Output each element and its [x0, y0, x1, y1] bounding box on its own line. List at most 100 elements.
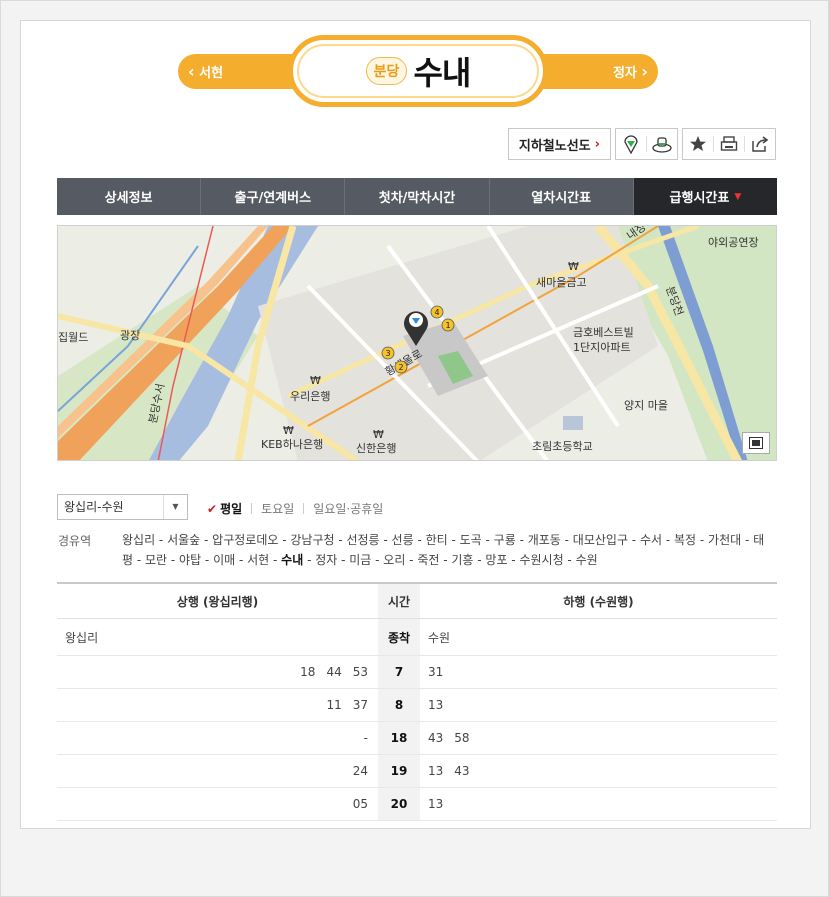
content-card: ‹ 서현 정자 › 분당 수내 지하철노선도 › 상세정보 출구/연계버스 첫차…: [20, 20, 811, 829]
hour-cell: 7: [378, 656, 420, 688]
day-saturday[interactable]: 토요일: [261, 500, 294, 517]
current-station: 수내: [281, 553, 304, 567]
line-map-label: 지하철노선도: [518, 138, 591, 154]
tab-detail[interactable]: 상세정보: [57, 178, 202, 215]
station-tabs: 상세정보 출구/연계버스 첫차/막차시간 열차시간표 급행시간표 ▼: [57, 178, 778, 215]
map-label-plaza: 광장: [120, 329, 140, 342]
exit-marker-4[interactable]: 4: [430, 305, 444, 319]
expand-map-icon: [749, 437, 763, 449]
map-label-yangji: 양지 마을: [624, 399, 668, 412]
table-row: -18 43 58: [57, 722, 777, 755]
exit-marker-1[interactable]: 1: [441, 318, 455, 332]
page-frame: ‹ 서현 정자 › 분당 수내 지하철노선도 › 상세정보 출구/연계버스 첫차…: [0, 0, 829, 897]
print-button[interactable]: [714, 129, 744, 159]
hour-cell: 8: [378, 689, 420, 721]
up-minutes: 18 44 53: [300, 665, 368, 679]
check-icon: ✔: [207, 501, 218, 516]
day-weekday[interactable]: 평일: [220, 500, 242, 517]
table-row: 05 20 13: [57, 788, 777, 821]
table-row: 24 19 13 43: [57, 755, 777, 788]
up-minutes: 24: [352, 764, 368, 778]
hour-cell: 18: [378, 722, 420, 754]
dest-up: 왕십리: [65, 630, 99, 645]
via-label: 경유역: [58, 534, 92, 548]
svg-text:₩: ₩: [568, 260, 579, 273]
day-sunday-holiday[interactable]: 일요일·공휴일: [313, 500, 383, 517]
destination-row: 왕십리 종착 수원: [57, 619, 777, 656]
print-icon: [720, 136, 738, 151]
exit-marker-3[interactable]: 3: [381, 346, 395, 360]
down-minutes: 13: [428, 698, 444, 712]
svg-text:1: 1: [445, 321, 450, 330]
svg-text:2: 2: [398, 363, 403, 372]
down-minutes: 13: [428, 797, 444, 811]
toolbar: 지하철노선도 ›: [507, 128, 776, 160]
chevron-right-icon: ›: [641, 62, 648, 81]
header-time: 시간: [378, 584, 420, 618]
share-icon: [752, 136, 769, 152]
map-label-saemaeul: 새마을금고: [536, 276, 587, 289]
day-filter: ✔ 평일 토요일 일요일·공휴일: [207, 500, 383, 517]
header-down: 하행 (수원행): [563, 594, 634, 609]
next-station-label: 정자: [612, 66, 637, 81]
prev-station-button[interactable]: ‹ 서현: [188, 54, 223, 89]
chevron-left-icon: ‹: [188, 62, 195, 81]
svg-text:4: 4: [434, 308, 439, 317]
map-canvas: 집월드 광장 새마을금고 우리은행 KEB하나은행 신한은행 금호베스트빌 1단…: [58, 226, 776, 460]
map-label-outdoor: 야외공연장: [708, 236, 759, 249]
station-nav: ‹ 서현 정자 › 분당 수내: [178, 35, 658, 107]
favorite-button[interactable]: [683, 129, 713, 159]
station-title-pill: 분당 수내: [288, 35, 548, 107]
svg-text:3: 3: [385, 349, 390, 358]
prev-station-label: 서현: [199, 66, 224, 81]
tab-exit-bus[interactable]: 출구/연계버스: [201, 178, 346, 215]
express-timetable: 상행 (왕십리행) 시간 하행 (수원행) 왕십리 종착 수원 18 44 53 7 3…: [57, 582, 777, 821]
up-minutes: -: [363, 731, 368, 745]
exit-marker-2[interactable]: 2: [394, 360, 408, 374]
tab-first-last[interactable]: 첫차/막차시간: [345, 178, 490, 215]
chevron-right-icon: ›: [594, 136, 600, 152]
line-map-button[interactable]: 지하철노선도 ›: [507, 128, 611, 160]
timetable-rows: 18 44 53 7 31 11 37 8 13 -18 43 58 24 19 13 43 05 20 13: [57, 656, 777, 821]
share-button[interactable]: [745, 129, 775, 159]
map-tools: [615, 128, 678, 160]
down-minutes: 43 58: [428, 731, 470, 745]
caret-down-icon: ▼: [734, 191, 742, 202]
map-label-woori: 우리은행: [290, 390, 330, 403]
caret-down-icon: ▼: [163, 495, 187, 519]
map-pin-icon: [624, 135, 638, 154]
direction-select-value: 왕십리-수원: [64, 500, 124, 514]
tab-express-label: 급행시간표: [669, 191, 730, 206]
direction-select[interactable]: 왕십리-수원 ▼: [57, 494, 188, 520]
hour-cell: 20: [378, 788, 420, 820]
station-map[interactable]: 집월드 광장 새마을금고 우리은행 KEB하나은행 신한은행 금호베스트빌 1단…: [57, 225, 777, 461]
down-minutes: 13 43: [428, 764, 470, 778]
svg-text:₩: ₩: [373, 428, 384, 441]
hour-cell: 19: [378, 755, 420, 787]
next-station-button[interactable]: 정자 ›: [613, 54, 648, 89]
timetable-header: 상행 (왕십리행) 시간 하행 (수원행): [57, 582, 777, 619]
via-stations: 왕십리 - 서울숲 - 압구정로데오 - 강남구청 - 선정릉 - 선릉 - 한…: [122, 533, 765, 567]
map-label-shinhan: 신한은행: [356, 442, 396, 455]
map-label-keb: KEB하나은행: [261, 437, 323, 451]
svg-text:₩: ₩: [283, 424, 294, 437]
tab-express-timetable[interactable]: 급행시간표 ▼: [633, 178, 778, 215]
down-minutes: 31: [428, 665, 444, 679]
dest-down: 수원: [428, 630, 451, 645]
tab-timetable[interactable]: 열차시간표: [490, 178, 634, 215]
map-pin-button[interactable]: [616, 129, 646, 159]
map-expand-button[interactable]: [742, 432, 770, 454]
map-label-world: 집월드: [58, 331, 88, 344]
dest-time: 종착: [378, 619, 420, 655]
station-info-button[interactable]: [647, 129, 677, 159]
map-label-kumho-a: 금호베스트빌: [573, 326, 634, 339]
station-title: 수내: [413, 54, 471, 92]
table-row: 11 37 8 13: [57, 689, 777, 722]
header-up: 상행 (왕십리행): [176, 594, 259, 609]
train-icon: [652, 137, 672, 153]
map-label-kumho-b: 1단지아파트: [573, 341, 631, 354]
map-label-chorim: 초림초등학교: [532, 440, 593, 453]
share-tools: [682, 128, 776, 160]
star-icon: [690, 136, 706, 151]
up-minutes: 05: [352, 797, 368, 811]
